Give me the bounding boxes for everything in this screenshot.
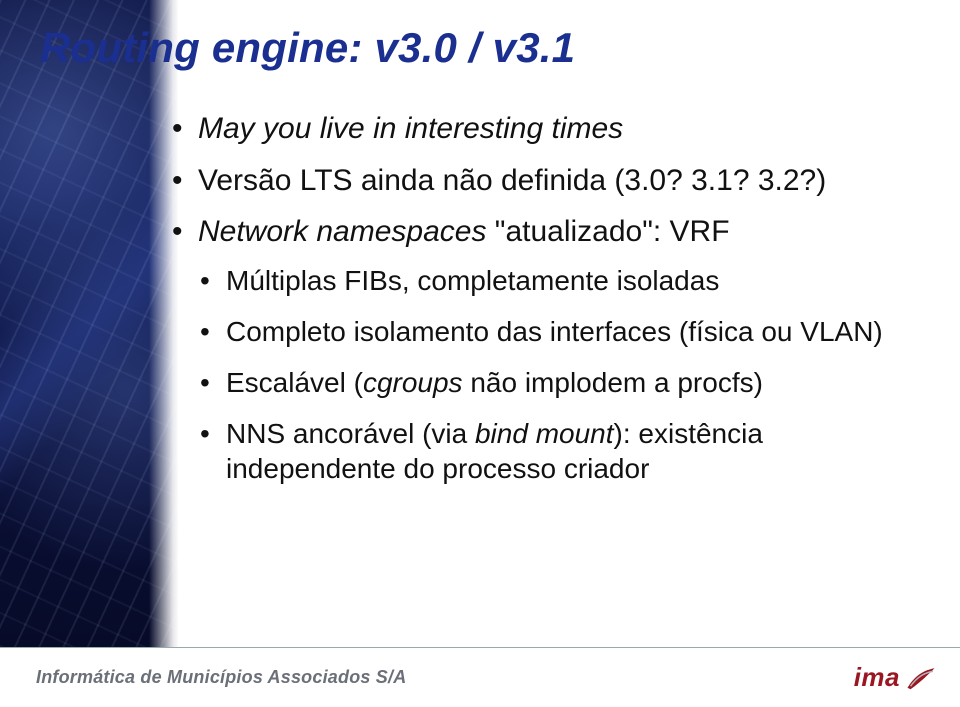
logo-text: ima	[854, 662, 900, 693]
bullet-text-part: "atualizado": VRF	[486, 215, 729, 248]
subbullet-text-part: cgroups	[363, 367, 463, 398]
bullet-item: May you live in interesting times	[170, 110, 920, 148]
bullet-text-part: Network namespaces	[198, 215, 486, 248]
subbullet-item: Múltiplas FIBs, completamente isoladas	[198, 263, 920, 298]
bullet-text: May you live in interesting times	[198, 112, 623, 145]
bullet-text: Versão LTS ainda não definida (3.0? 3.1?…	[198, 164, 826, 197]
footer-org: Informática de Municípios Associados S/A	[36, 667, 406, 688]
logo-swoosh-icon	[906, 665, 936, 691]
subbullet-text-part: não implodem a procfs)	[463, 367, 763, 398]
subbullet-item: Completo isolamento das interfaces (físi…	[198, 314, 920, 349]
slide-title: Routing engine: v3.0 / v3.1	[40, 24, 575, 72]
bullet-item: Versão LTS ainda não definida (3.0? 3.1?…	[170, 162, 920, 200]
background-strip	[0, 0, 178, 647]
subbullet-text: Múltiplas FIBs, completamente isoladas	[226, 265, 719, 296]
footer-logo: ima	[854, 662, 936, 693]
subbullet-text: Completo isolamento das interfaces (físi…	[226, 316, 883, 347]
subbullet-text-part: NNS ancorável (via	[226, 418, 475, 449]
footer: Informática de Municípios Associados S/A…	[0, 647, 960, 707]
slide: Routing engine: v3.0 / v3.1 May you live…	[0, 0, 960, 707]
subbullet-item: Escalável (cgroups não implodem a procfs…	[198, 365, 920, 400]
slide-content: May you live in interesting times Versão…	[170, 110, 920, 502]
subbullet-text-part: bind mount	[475, 418, 614, 449]
bullet-item: Network namespaces "atualizado": VRF Múl…	[170, 213, 920, 486]
subbullet-item: NNS ancorável (via bind mount): existênc…	[198, 416, 920, 486]
subbullet-text-part: Escalável (	[226, 367, 363, 398]
